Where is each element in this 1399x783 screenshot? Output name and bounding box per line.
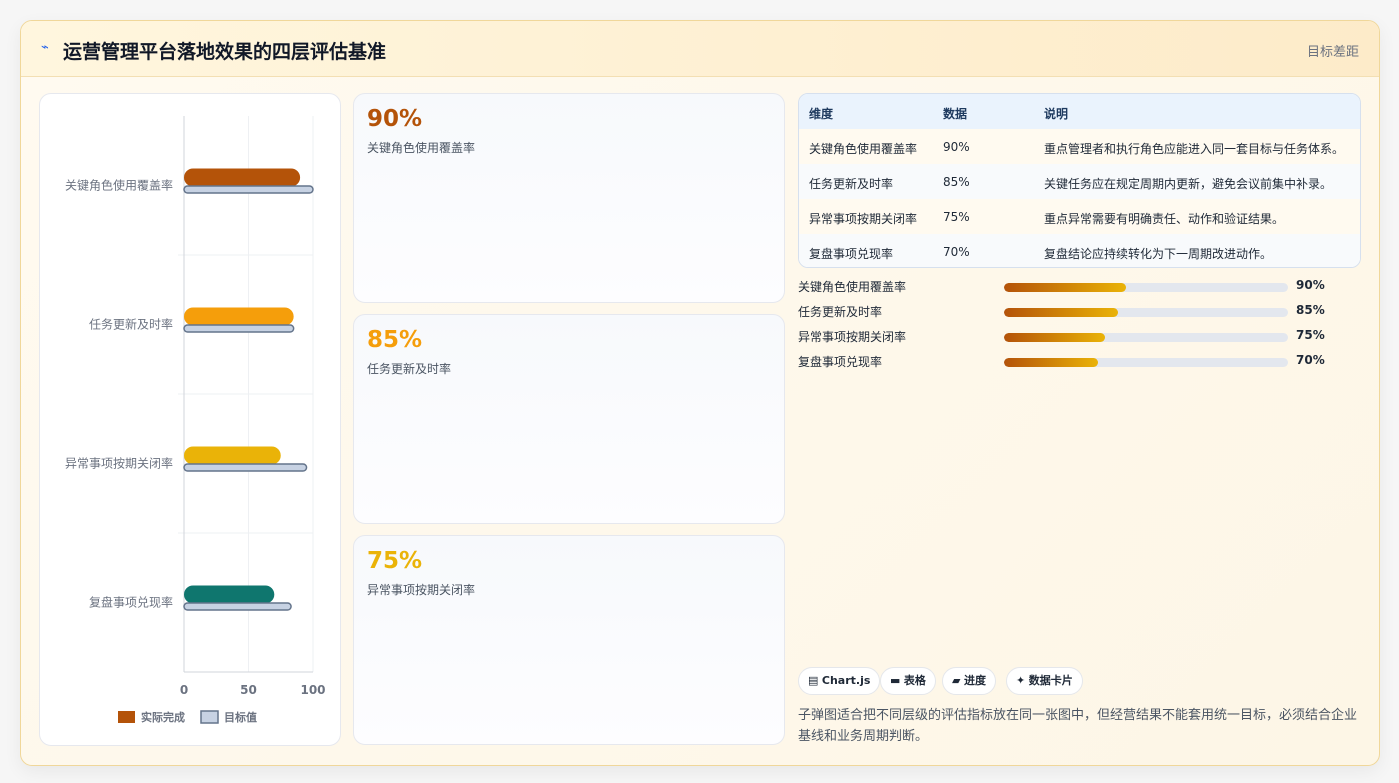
table-row: 复盘事项兑现率 70% 复盘结论应持续转化为下一周期改进动作。 — [799, 234, 1360, 267]
actual-bar — [184, 307, 294, 326]
metrics-table: 维度 数据 说明 关键角色使用覆盖率 90% 重点管理者和执行角色应能进入同一套… — [798, 93, 1361, 268]
category-label: 异常事项按期关闭率 — [65, 456, 173, 471]
header: ⌁ 运营管理平台落地效果的四层评估基准 目标差距 — [21, 21, 1379, 77]
progress-row: 关键角色使用覆盖率 90% — [798, 276, 1338, 296]
actual-bar — [184, 446, 281, 465]
table-header-cell: 维度 — [809, 107, 834, 121]
dashboard-frame: ⌁ 运营管理平台落地效果的四层评估基准 目标差距 关键角色使用覆盖率 任务更新及时… — [20, 20, 1380, 766]
progress-track — [1004, 308, 1288, 317]
table-header-cell: 数据 — [943, 107, 968, 121]
chip-label: 进度 — [963, 674, 986, 687]
chip-datacard[interactable]: ✦ 数据卡片 — [1006, 667, 1083, 695]
progress-label: 任务更新及时率 — [798, 305, 883, 319]
table-row: 异常事项按期关闭率 75% 重点异常需要有明确责任、动作和验证结果。 — [799, 199, 1360, 235]
chip-label: Chart.js — [821, 674, 871, 687]
category-label: 任务更新及时率 — [89, 317, 173, 332]
chip-progress[interactable]: ▰ 进度 — [942, 667, 996, 695]
stat-card: 90% 关键角色使用覆盖率 — [353, 93, 785, 303]
progress-value: 90% — [1296, 278, 1325, 292]
legend-label: 目标值 — [224, 710, 257, 724]
progress-row: 异常事项按期关闭率 75% — [798, 326, 1338, 346]
stat-value: 85% — [367, 327, 423, 353]
x-tick-label: 100 — [300, 683, 325, 697]
footnote: 子弹图适合把不同层级的评估指标放在同一张图中，但经营结果不能套用统一目标，必须结… — [798, 708, 1358, 744]
progress-label: 复盘事项兑现率 — [798, 355, 883, 369]
table-cell: 85% — [943, 175, 970, 189]
table-row: 关键角色使用覆盖率 90% 重点管理者和执行角色应能进入同一套目标与任务体系。 — [799, 129, 1360, 165]
target-bar — [183, 463, 308, 472]
stat-value: 90% — [367, 106, 423, 132]
target-bar — [183, 185, 314, 194]
table-cell: 重点异常需要有明确责任、动作和验证结果。 — [1044, 212, 1285, 226]
progress-fill — [1004, 283, 1127, 292]
table-cell: 75% — [943, 210, 970, 224]
bullet-chart-card: 关键角色使用覆盖率任务更新及时率异常事项按期关闭率复盘事项兑现率 0 50 100 实际… — [39, 93, 341, 746]
sparkle-icon: ✦ — [1016, 674, 1026, 687]
table-icon: ▬ — [890, 674, 901, 687]
table-cell: 异常事项按期关闭率 — [809, 212, 918, 226]
table-cell: 关键任务应在规定周期内更新，避免会议前集中补录。 — [1044, 177, 1333, 191]
stat-label: 异常事项按期关闭率 — [367, 583, 476, 597]
stat-value: 75% — [367, 548, 423, 574]
progress-value: 70% — [1296, 353, 1325, 367]
progress-fill — [1004, 333, 1105, 342]
stat-card: 75% 异常事项按期关闭率 — [353, 535, 785, 745]
table-cell: 90% — [943, 140, 970, 154]
stat-label: 任务更新及时率 — [367, 362, 452, 376]
bullet-chart: 关键角色使用覆盖率任务更新及时率异常事项按期关闭率复盘事项兑现率 0 50 100 实际… — [65, 116, 326, 724]
chart-icon: ▤ — [808, 674, 819, 687]
progress-row: 任务更新及时率 85% — [798, 301, 1338, 321]
actual-bar — [184, 168, 301, 187]
progress-icon: ▰ — [952, 674, 961, 687]
table-header: 维度 数据 说明 — [799, 94, 1360, 130]
gap-label: 目标差距 — [1306, 45, 1359, 60]
x-tick-label: 0 — [180, 683, 188, 697]
progress-track — [1004, 358, 1288, 367]
legend-label: 实际完成 — [141, 710, 185, 724]
actual-bar — [184, 585, 275, 604]
bolt-icon: ⌁ — [41, 40, 49, 55]
chip-label: 数据卡片 — [1028, 674, 1073, 687]
page-title: 运营管理平台落地效果的四层评估基准 — [63, 41, 387, 63]
progress-track — [1004, 333, 1288, 342]
progress-label: 关键角色使用覆盖率 — [798, 280, 907, 294]
table-row: 任务更新及时率 85% 关键任务应在规定周期内更新，避免会议前集中补录。 — [799, 164, 1360, 200]
category-label: 复盘事项兑现率 — [89, 595, 173, 610]
chip-chartjs[interactable]: ▤ Chart.js — [798, 667, 881, 695]
target-bar — [183, 324, 295, 333]
table-header-cell: 说明 — [1044, 107, 1069, 121]
chip-label: 表格 — [903, 674, 926, 687]
stat-label: 关键角色使用覆盖率 — [367, 141, 476, 155]
progress-label: 异常事项按期关闭率 — [798, 330, 907, 344]
progress-fill — [1004, 308, 1118, 317]
table-cell: 70% — [943, 245, 970, 259]
table-cell: 复盘事项兑现率 — [809, 247, 894, 261]
table-cell: 任务更新及时率 — [809, 177, 894, 191]
progress-value: 75% — [1296, 328, 1325, 342]
stat-card: 85% 任务更新及时率 — [353, 314, 785, 524]
progress-row: 复盘事项兑现率 70% — [798, 351, 1338, 371]
progress-value: 85% — [1296, 303, 1325, 317]
table-cell: 重点管理者和执行角色应能进入同一套目标与任务体系。 — [1044, 142, 1345, 156]
legend-swatch-target — [200, 710, 219, 724]
legend-swatch-actual — [118, 711, 135, 723]
target-bar — [183, 602, 292, 611]
category-label: 关键角色使用覆盖率 — [65, 178, 173, 193]
chip-table[interactable]: ▬ 表格 — [880, 667, 936, 695]
progress-fill — [1004, 358, 1098, 367]
x-tick-label: 50 — [240, 683, 257, 697]
table-cell: 复盘结论应持续转化为下一周期改进动作。 — [1044, 247, 1273, 261]
table-cell: 关键角色使用覆盖率 — [809, 142, 918, 156]
progress-track — [1004, 283, 1288, 292]
